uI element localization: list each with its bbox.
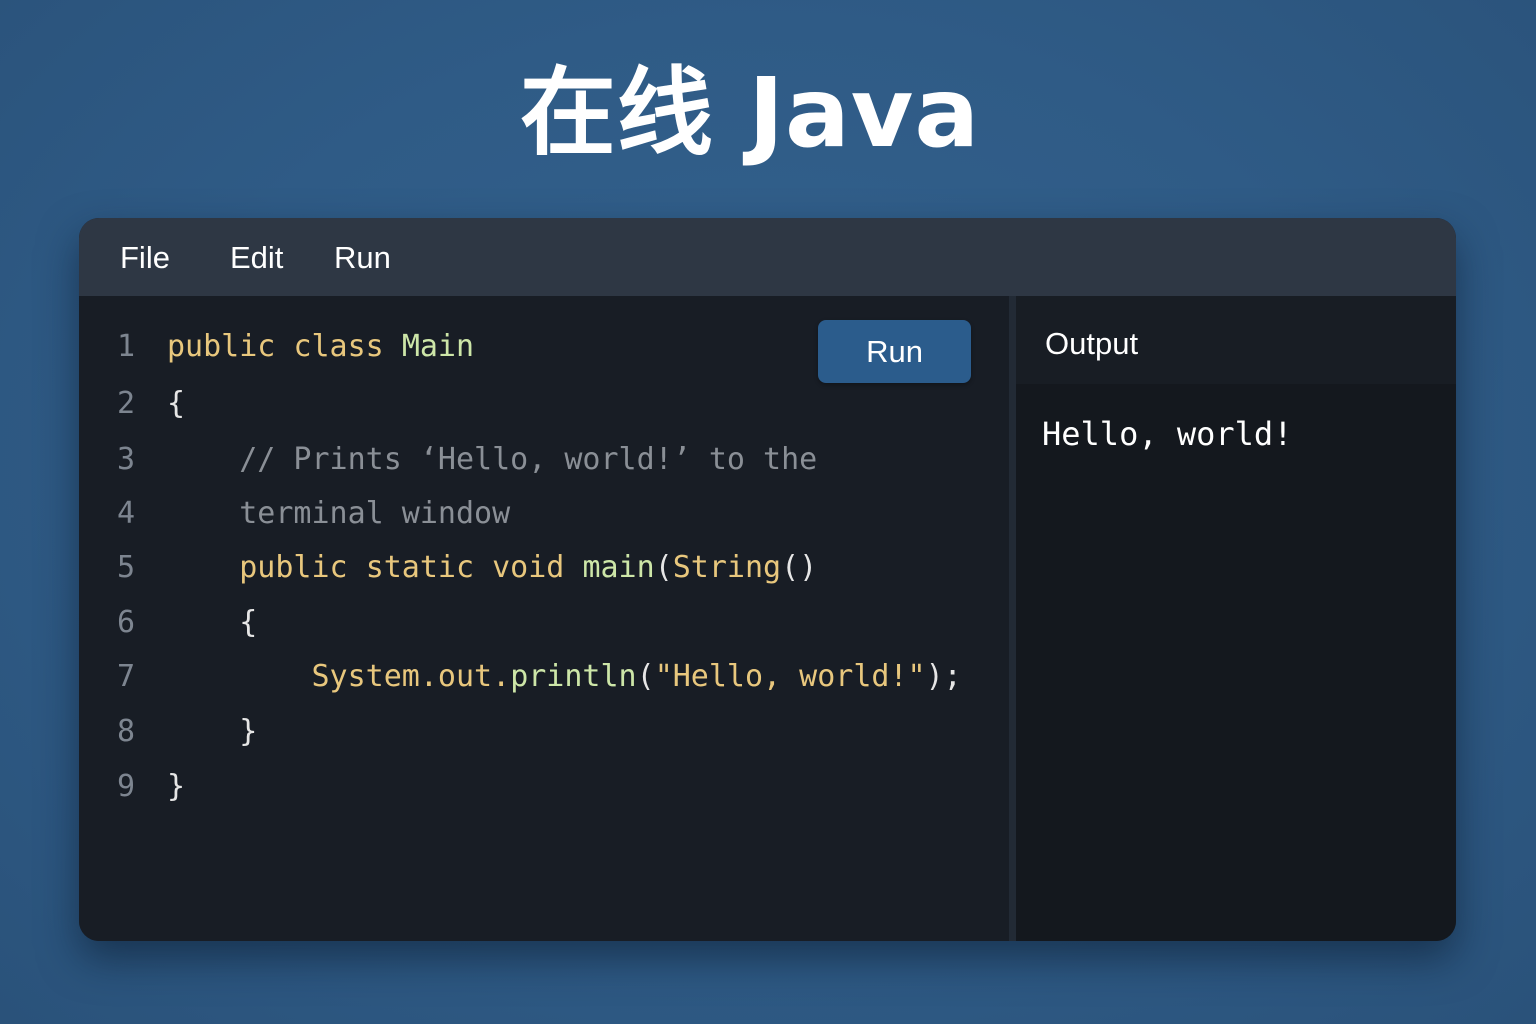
code-token: main <box>582 550 655 585</box>
code-token: } <box>167 769 186 804</box>
code-token: public <box>239 550 348 585</box>
code-token: // Prints ‘Hello, world!’ to the <box>167 442 818 477</box>
code-token: () <box>781 550 818 585</box>
pane-divider[interactable] <box>1009 296 1016 941</box>
line-number: 7 <box>117 659 136 694</box>
code-token: ); <box>925 659 962 694</box>
output-panel: Output Hello, world! <box>1016 296 1456 941</box>
line-number: 3 <box>117 442 136 477</box>
code-token: { <box>167 386 186 421</box>
line-number: 8 <box>117 714 136 749</box>
code-text: { <box>167 382 185 426</box>
code-text: public class Main <box>167 325 474 369</box>
code-token: void <box>492 550 565 585</box>
line-number: 1 <box>117 329 136 364</box>
code-editor[interactable]: 1 public class Main 2 {3 // Prints ‘Hello, … <box>79 296 1009 941</box>
menu-item-run[interactable]: Run <box>334 240 391 276</box>
ide-window: File Edit Run 1 public class Main 2 {3 // P… <box>79 218 1456 941</box>
code-token: ( <box>636 659 655 694</box>
code-text: { <box>167 601 257 645</box>
line-number: 6 <box>117 605 136 640</box>
code-token: public <box>167 329 276 364</box>
code-text: terminal window <box>167 492 510 536</box>
code-text: public static void main(String() <box>167 546 817 590</box>
output-title: Output <box>1045 326 1139 361</box>
code-text: System.out.println("Hello, world!"); <box>167 655 962 699</box>
output-text: Hello, world! <box>1042 415 1293 453</box>
line-number: 2 <box>117 386 136 421</box>
code-token: println <box>510 659 637 694</box>
code-token: "Hello, world!" <box>654 659 926 694</box>
code-token: String <box>672 550 782 585</box>
code-token: static <box>365 550 475 585</box>
page-title: 在线 Java <box>519 57 981 169</box>
code-token: System.out. <box>311 659 511 694</box>
menu-bar: File Edit Run <box>79 218 1456 296</box>
line-number: 5 <box>117 550 136 585</box>
output-header: Output <box>1016 296 1456 384</box>
line-number: 9 <box>117 769 136 804</box>
menu-item-edit[interactable]: Edit <box>230 240 283 276</box>
code-token: terminal window <box>167 496 511 531</box>
code-token: ( <box>654 550 673 585</box>
code-text: } <box>167 765 185 809</box>
code-token: Main <box>401 329 475 364</box>
run-button[interactable]: Run <box>818 320 971 383</box>
menu-item-file[interactable]: File <box>120 240 170 276</box>
code-text: } <box>167 710 257 754</box>
code-token: } <box>239 714 258 749</box>
code-token: { <box>239 605 258 640</box>
line-number: 4 <box>117 496 136 531</box>
code-text: // Prints ‘Hello, world!’ to the <box>167 438 817 482</box>
code-token: class <box>293 329 384 364</box>
